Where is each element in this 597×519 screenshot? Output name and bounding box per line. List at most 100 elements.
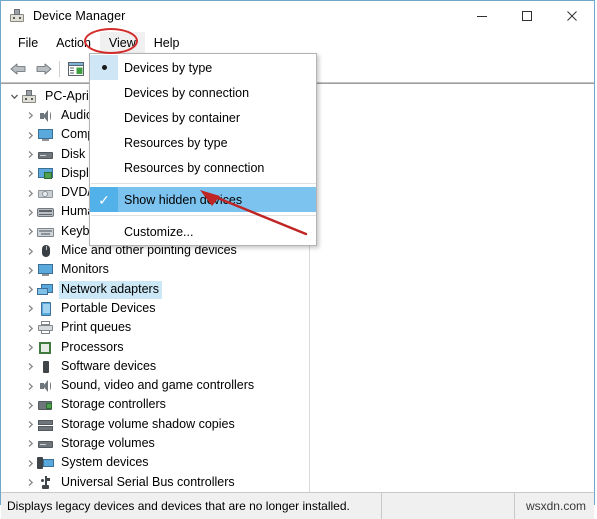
menu-item-devices-by-connection[interactable]: Devices by connection — [90, 80, 316, 105]
chevron-right-icon[interactable] — [23, 247, 37, 256]
menu-separator — [91, 215, 316, 216]
window-title: Device Manager — [33, 8, 126, 23]
tree-item-label: Storage volumes — [61, 435, 155, 450]
tree-item-label: Universal Serial Bus controllers — [61, 474, 235, 489]
tree-item-monitors[interactable]: Monitors — [1, 261, 309, 280]
menu-gutter — [90, 219, 118, 244]
status-message: Displays legacy devices and devices that… — [7, 499, 350, 514]
chevron-down-icon[interactable] — [7, 92, 21, 101]
menu-item-label: Devices by container — [124, 110, 241, 125]
tree-item-storage-volumes[interactable]: Storage volumes — [1, 434, 309, 453]
chevron-right-icon[interactable] — [23, 420, 37, 429]
storage-controller-icon — [37, 397, 55, 413]
menu-action[interactable]: Action — [47, 32, 100, 54]
dvd-drive-icon — [37, 185, 55, 201]
show-console-tree-icon[interactable] — [64, 58, 88, 80]
tree-item-label: Storage volume shadow copies — [61, 416, 235, 431]
chevron-right-icon[interactable] — [23, 382, 37, 391]
chevron-right-icon[interactable] — [23, 189, 37, 198]
system-device-icon — [37, 455, 55, 471]
speaker-icon — [37, 108, 55, 124]
view-dropdown-menu[interactable]: Devices by type Devices by connection De… — [89, 53, 317, 246]
tree-item-storage-shadow-copies[interactable]: Storage volume shadow copies — [1, 415, 309, 434]
menu-help[interactable]: Help — [145, 32, 189, 54]
monitor-icon — [37, 262, 55, 278]
forward-arrow-icon[interactable] — [31, 58, 55, 80]
chevron-right-icon[interactable] — [23, 304, 37, 313]
menu-separator — [91, 183, 316, 184]
menu-gutter — [90, 130, 118, 155]
tree-item-label: Storage controllers — [61, 397, 166, 412]
chevron-right-icon[interactable] — [23, 227, 37, 236]
portable-device-icon — [37, 301, 55, 317]
tree-item-storage-controllers[interactable]: Storage controllers — [1, 396, 309, 415]
tree-item-portable-devices[interactable]: Portable Devices — [1, 299, 309, 318]
check-icon: ✓ — [90, 187, 118, 212]
menu-item-resources-by-connection[interactable]: Resources by connection — [90, 155, 316, 180]
storage-shadow-icon — [37, 417, 55, 433]
chevron-right-icon[interactable] — [23, 285, 37, 294]
tree-item-label: System devices — [61, 455, 149, 470]
chevron-right-icon[interactable] — [23, 362, 37, 371]
radio-selected-icon — [90, 55, 118, 80]
computer-icon — [21, 89, 39, 105]
menu-item-devices-by-type[interactable]: Devices by type — [90, 55, 316, 80]
chevron-right-icon[interactable] — [23, 401, 37, 410]
menu-item-devices-by-container[interactable]: Devices by container — [90, 105, 316, 130]
chevron-right-icon[interactable] — [23, 478, 37, 487]
menu-gutter — [90, 155, 118, 180]
close-button[interactable] — [549, 1, 594, 30]
title-bar: Device Manager — [1, 1, 594, 30]
menu-item-show-hidden-devices[interactable]: ✓ Show hidden devices — [90, 187, 316, 212]
window-controls — [459, 1, 594, 30]
menu-view[interactable]: View — [99, 32, 145, 54]
chevron-right-icon[interactable] — [23, 324, 37, 333]
chevron-right-icon[interactable] — [23, 208, 37, 217]
mouse-icon — [37, 243, 55, 259]
tree-item-label: Print queues — [61, 320, 132, 335]
printer-icon — [37, 320, 55, 336]
chevron-right-icon[interactable] — [23, 439, 37, 448]
watermark: wsxdn.com — [514, 493, 594, 519]
menu-item-label: Resources by type — [124, 135, 228, 150]
chevron-right-icon[interactable] — [23, 459, 37, 468]
menu-item-label: Devices by type — [124, 60, 213, 75]
menu-item-label: Show hidden devices — [124, 192, 243, 207]
tree-item-usb-controllers[interactable]: Universal Serial Bus controllers — [1, 473, 309, 492]
tree-item-software-devices[interactable]: Software devices — [1, 357, 309, 376]
toolbar-separator — [59, 61, 60, 77]
menu-item-resources-by-type[interactable]: Resources by type — [90, 130, 316, 155]
menu-file[interactable]: File — [9, 32, 47, 54]
back-arrow-icon[interactable] — [7, 58, 31, 80]
chevron-right-icon[interactable] — [23, 131, 37, 140]
monitor-icon — [37, 127, 55, 143]
tree-item-label: Network adapters — [59, 280, 162, 299]
display-adapter-icon — [37, 166, 55, 182]
network-adapter-icon — [37, 282, 55, 298]
maximize-button[interactable] — [504, 1, 549, 30]
tree-root-label: PC-Apri — [45, 88, 89, 103]
tree-item-label: Monitors — [61, 262, 109, 277]
status-bar: Displays legacy devices and devices that… — [1, 492, 594, 519]
chevron-right-icon[interactable] — [23, 111, 37, 120]
chevron-right-icon[interactable] — [23, 169, 37, 178]
chevron-right-icon[interactable] — [23, 150, 37, 159]
usb-icon — [37, 475, 55, 491]
tree-item-sound-video-game[interactable]: Sound, video and game controllers — [1, 376, 309, 395]
tree-item-system-devices[interactable]: System devices — [1, 454, 309, 473]
chevron-right-icon[interactable] — [23, 266, 37, 275]
tree-item-label: Processors — [61, 339, 124, 354]
menu-gutter — [90, 80, 118, 105]
minimize-button[interactable] — [459, 1, 504, 30]
hid-icon — [37, 204, 55, 220]
tree-item-network-adapters[interactable]: Network adapters — [1, 280, 309, 299]
menu-item-label: Devices by connection — [124, 85, 250, 100]
chevron-right-icon[interactable] — [23, 343, 37, 352]
tree-item-label: Software devices — [61, 358, 157, 373]
menu-item-customize[interactable]: Customize... — [90, 219, 316, 244]
tree-item-processors[interactable]: Processors — [1, 338, 309, 357]
menu-item-label: Customize... — [124, 224, 194, 239]
status-middle — [381, 493, 514, 519]
tree-item-print-queues[interactable]: Print queues — [1, 319, 309, 338]
menu-gutter — [90, 105, 118, 130]
